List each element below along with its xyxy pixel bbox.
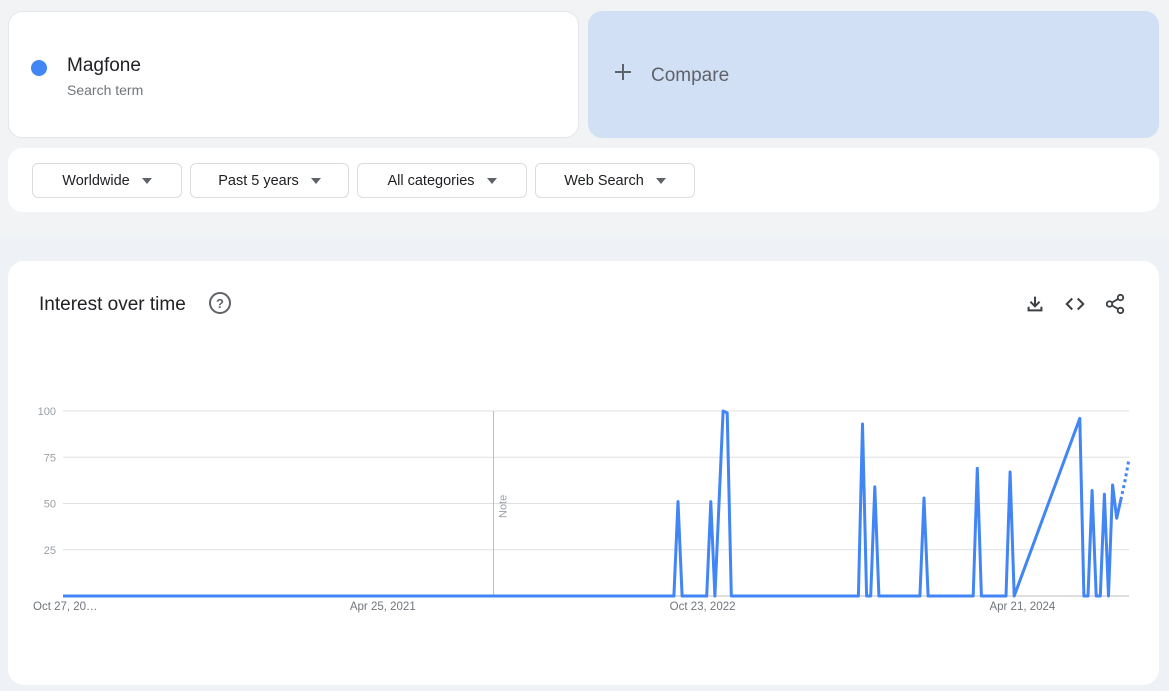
time-range-filter-dropdown[interactable]: Past 5 years xyxy=(190,163,349,198)
caret-down-icon xyxy=(141,177,152,184)
location-filter-label: Worldwide xyxy=(62,172,130,189)
interest-over-time-panel: 100 75 50 25 Note Oct 27, 20… Apr 25, 2021 Oct … xyxy=(8,261,1159,685)
filter-bar: Worldwide Past 5 years All categories We… xyxy=(8,148,1159,212)
share-icon[interactable] xyxy=(1104,293,1126,315)
help-circle-icon[interactable]: ? xyxy=(209,292,231,314)
caret-down-icon xyxy=(486,177,497,184)
category-filter-dropdown[interactable]: All categories xyxy=(357,163,527,198)
x-tick-label: Apr 21, 2024 xyxy=(989,601,1055,613)
category-filter-label: All categories xyxy=(387,172,475,189)
series-color-dot-icon xyxy=(31,60,47,76)
x-tick-label: Oct 27, 20… xyxy=(33,601,98,613)
interest-chart: 100 75 50 25 Note Oct 27, 20… Apr 25, 2021 Oct … xyxy=(33,406,1131,613)
y-tick-label: 100 xyxy=(38,406,56,418)
search-term-card[interactable]: Magfone Search term xyxy=(8,11,579,138)
caret-down-icon xyxy=(310,177,321,184)
embed-code-icon[interactable] xyxy=(1064,293,1086,315)
compare-button[interactable]: Compare xyxy=(588,11,1159,138)
search-type-filter-label: Web Search xyxy=(564,172,644,189)
y-tick-label: 50 xyxy=(44,499,56,511)
search-term-type: Search term xyxy=(67,82,144,98)
note-marker-label: Note xyxy=(498,495,510,518)
compare-label: Compare xyxy=(651,65,730,86)
download-icon[interactable] xyxy=(1024,293,1046,315)
x-tick-label: Oct 23, 2022 xyxy=(670,601,736,613)
x-tick-label: Apr 25, 2021 xyxy=(350,601,416,613)
panel-title: Interest over time xyxy=(39,294,186,315)
search-term-name[interactable]: Magfone xyxy=(67,55,141,77)
search-type-filter-dropdown[interactable]: Web Search xyxy=(535,163,695,198)
caret-down-icon xyxy=(655,177,666,184)
plus-icon xyxy=(614,63,632,81)
location-filter-dropdown[interactable]: Worldwide xyxy=(32,163,182,198)
time-range-filter-label: Past 5 years xyxy=(218,172,299,189)
y-tick-label: 75 xyxy=(44,452,56,464)
y-tick-label: 25 xyxy=(44,545,56,557)
series-line-partial-data xyxy=(1119,458,1131,501)
